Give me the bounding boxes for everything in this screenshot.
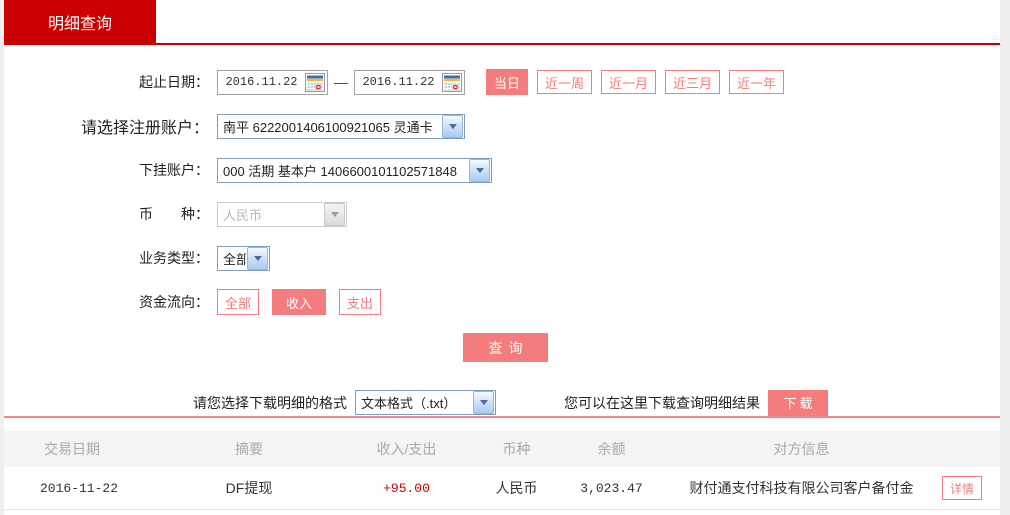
range-today-button[interactable]: 当日: [486, 69, 529, 95]
chevron-down-icon: [442, 114, 463, 138]
range-last-quarter-button[interactable]: 近三月: [665, 70, 721, 94]
business-type-row: 业务类型： 全部: [4, 245, 1000, 271]
table-row: 2016-11-22 DF提现 +95.00 人民币 3,023.47 财付通支…: [4, 467, 1000, 510]
register-account-row: 请选择注册账户： 南平 6222001406100921065 灵通卡: [4, 113, 1000, 139]
fund-flow-all-button[interactable]: 全部: [217, 289, 260, 315]
cell-currency: 人民币: [495, 480, 538, 496]
sub-account-row: 下挂账户： 000 活期 基本户 1406600101102571848: [4, 157, 1000, 183]
header-date: 交易日期: [44, 441, 100, 457]
register-account-select[interactable]: 南平 6222001406100921065 灵通卡: [217, 113, 465, 139]
cell-amount: +95.00: [383, 480, 430, 496]
business-type-label: 业务类型：: [139, 250, 209, 266]
date-to-field[interactable]: [354, 69, 465, 95]
date-separator: —: [334, 74, 348, 90]
header-balance: 余额: [597, 441, 626, 457]
chevron-down-icon: [324, 202, 345, 226]
range-last-month-button[interactable]: 近一月: [601, 70, 657, 94]
table-header: 交易日期 摘要 收入/支出 币种 余额 对方信息: [4, 431, 1000, 467]
date-from-input[interactable]: [218, 75, 305, 89]
date-range-row: 起止日期： —: [4, 69, 1000, 95]
download-format-select[interactable]: 文本格式（.txt）: [355, 390, 496, 415]
cell-summary: DF提现: [225, 480, 273, 496]
chevron-down-icon: [473, 391, 494, 414]
calendar-icon[interactable]: [305, 72, 325, 92]
register-account-label: 请选择注册账户：: [80, 120, 209, 137]
results-table: 交易日期 摘要 收入/支出 币种 余额 对方信息 2016-11-22 DF提现…: [4, 431, 1000, 510]
download-row: 请您选择下载明细的格式 文本格式（.txt） 您可以在这里下载查询明细结果 下载: [4, 389, 1000, 416]
header-currency: 币种: [502, 441, 531, 457]
currency-row: 币 种： 人民币: [4, 201, 1000, 227]
fund-flow-label: 资金流向：: [139, 294, 209, 310]
tab-bar: 明细查询: [4, 0, 1000, 45]
tab-detail-query[interactable]: 明细查询: [4, 0, 156, 43]
date-from-field[interactable]: [217, 69, 328, 95]
header-summary: 摘要: [235, 441, 263, 457]
download-format-label: 请您选择下载明细的格式: [193, 394, 347, 411]
query-row: 查询: [4, 333, 1000, 362]
business-type-value: 全部: [223, 251, 246, 267]
query-button[interactable]: 查询: [463, 333, 548, 362]
fund-flow-income-button[interactable]: 收入: [272, 289, 327, 315]
sub-account-label: 下挂账户：: [139, 162, 209, 178]
cell-balance: 3,023.47: [580, 480, 643, 496]
fund-flow-row: 资金流向： 全部 收入 支出: [4, 289, 1000, 315]
divider-line: [4, 416, 1000, 418]
range-last-week-button[interactable]: 近一周: [537, 70, 593, 94]
chevron-down-icon: [469, 158, 490, 182]
sub-account-select[interactable]: 000 活期 基本户 1406600101102571848: [217, 157, 492, 183]
register-account-value: 南平 6222001406100921065 灵通卡: [223, 119, 433, 135]
cell-date: 2016-11-22: [40, 480, 119, 496]
currency-select: 人民币: [217, 201, 347, 227]
sub-account-value: 000 活期 基本户 1406600101102571848: [223, 163, 457, 179]
currency-value: 人民币: [223, 207, 263, 223]
download-format-value: 文本格式（.txt）: [361, 396, 457, 411]
detail-button[interactable]: 详情: [942, 476, 982, 500]
currency-label: 币 种：: [139, 206, 209, 222]
calendar-icon[interactable]: [442, 72, 462, 92]
content-panel: 明细查询 起止日期： —: [4, 0, 1000, 515]
range-last-year-button[interactable]: 近一年: [729, 70, 785, 94]
fund-flow-expense-button[interactable]: 支出: [339, 289, 382, 315]
cell-counterparty: 财付通支付科技有限公司客户备付金: [689, 480, 914, 496]
download-button[interactable]: 下载: [768, 389, 828, 416]
date-range-label: 起止日期：: [139, 74, 209, 90]
download-hint: 您可以在这里下载查询明细结果: [564, 394, 760, 411]
query-form: 起止日期： —: [4, 45, 1000, 416]
date-to-input[interactable]: [355, 75, 442, 89]
header-amount: 收入/支出: [376, 441, 437, 457]
chevron-down-icon: [247, 246, 268, 270]
business-type-select[interactable]: 全部: [217, 245, 270, 271]
header-counterparty: 对方信息: [773, 441, 830, 457]
